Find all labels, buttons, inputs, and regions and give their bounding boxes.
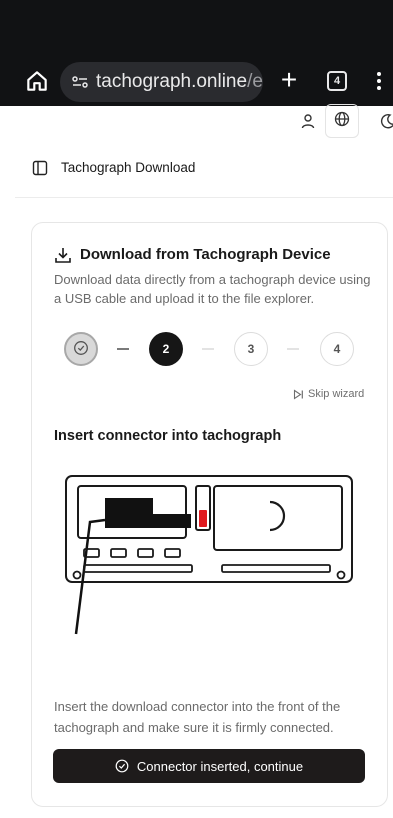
browser-toolbar: tachograph.online/en + 4: [0, 58, 393, 106]
step-instruction: Insert the download connector into the f…: [54, 699, 341, 735]
step-connector: [287, 348, 299, 350]
url-path: /en: [247, 71, 263, 92]
skip-wizard-label: Skip wizard: [308, 388, 365, 400]
new-tab-button[interactable]: +: [277, 66, 301, 94]
more-vert-icon[interactable]: [375, 69, 383, 93]
check-circle-icon: [73, 340, 89, 359]
connector-inserted-continue-button[interactable]: Connector inserted, continue: [53, 749, 365, 783]
step-4[interactable]: 4: [320, 332, 354, 366]
home-icon[interactable]: [24, 68, 50, 94]
site-settings-icon[interactable]: [70, 72, 90, 92]
tachograph-illustration: [65, 475, 353, 635]
header-divider: [15, 197, 393, 198]
step-1-completed[interactable]: [64, 332, 98, 366]
download-icon: [54, 246, 72, 264]
sidebar-toggle-icon[interactable]: [32, 160, 48, 176]
user-icon[interactable]: [299, 112, 317, 130]
check-circle-icon: [115, 759, 129, 773]
language-button[interactable]: [325, 104, 359, 138]
tabs-icon[interactable]: 4: [327, 71, 347, 91]
step-heading: Insert connector into tachograph: [54, 428, 282, 444]
address-bar[interactable]: tachograph.online/en: [60, 62, 263, 102]
card-title: Download from Tachograph Device: [80, 246, 331, 263]
url-host: tachograph.online: [96, 71, 248, 92]
card-description: Download data directly from a tachograph…: [54, 272, 371, 306]
skip-forward-icon: [293, 388, 304, 400]
step-2-current[interactable]: 2: [149, 332, 183, 366]
globe-icon: [334, 111, 350, 132]
step-connector: [117, 348, 129, 350]
page-title: Tachograph Download: [61, 160, 196, 175]
status-bar: [0, 0, 393, 58]
step-connector: [202, 348, 214, 350]
moon-icon[interactable]: [379, 112, 393, 130]
skip-wizard-link[interactable]: Skip wizard: [293, 388, 364, 400]
button-label: Connector inserted, continue: [136, 758, 304, 774]
url-text: tachograph.online/en: [96, 71, 263, 93]
step-3[interactable]: 3: [234, 332, 268, 366]
